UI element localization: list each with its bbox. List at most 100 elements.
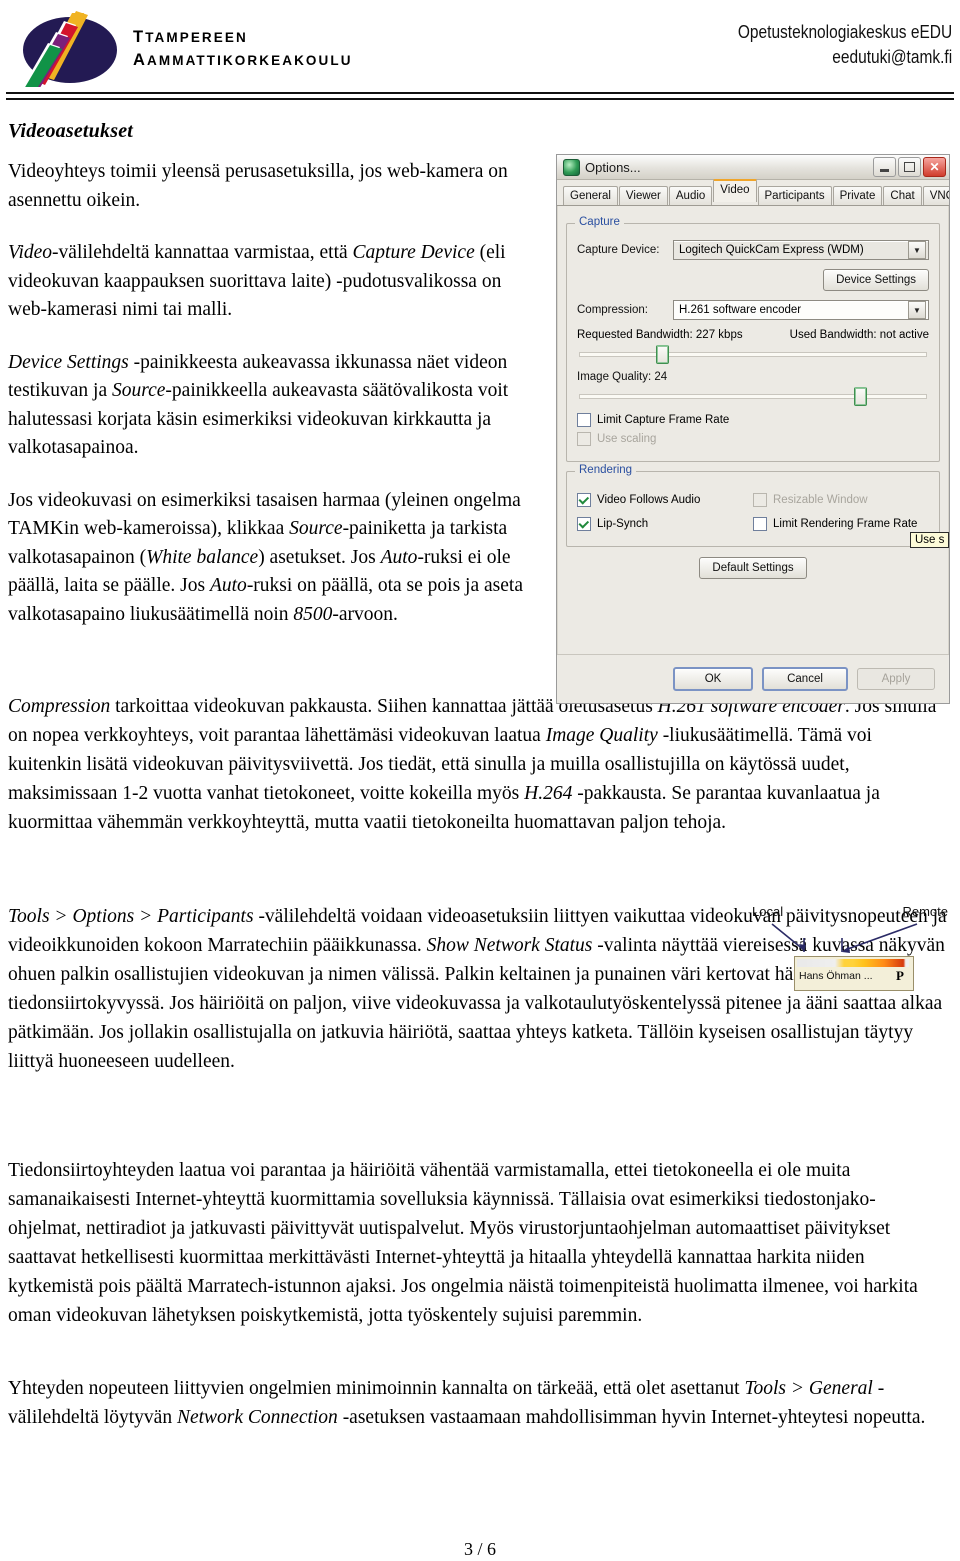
- use-scaling-checkbox: [577, 432, 591, 446]
- dialog-footer: OK Cancel Apply: [557, 654, 949, 703]
- maximize-button[interactable]: [898, 157, 921, 177]
- page-number: 3 / 6: [463, 1539, 496, 1559]
- video-follows-audio-row[interactable]: Video Follows Audio: [577, 493, 753, 507]
- video-follows-audio-checkbox[interactable]: [577, 493, 591, 507]
- paragraph-4: Jos videokuvasi on esimerkiksi tasaisen …: [8, 487, 532, 630]
- image-quality-label: Image Quality: 24: [577, 371, 668, 383]
- term-source-2: Source: [289, 518, 343, 539]
- document-page: TTAMPEREEN AAMMATTIKORKEAKOULU Opetustek…: [0, 0, 960, 1561]
- use-scaling-tooltip: Use s: [910, 532, 950, 548]
- term-auto-2: Auto: [209, 575, 247, 596]
- contact-unit: Opetusteknologiakeskus eEDU: [737, 22, 952, 42]
- use-scaling-label: Use scaling: [597, 433, 657, 445]
- tab-audio[interactable]: Audio: [668, 186, 713, 205]
- bandwidth-slider[interactable]: [579, 345, 927, 364]
- image-quality-slider-thumb[interactable]: [853, 387, 867, 406]
- tab-viewer[interactable]: Viewer: [618, 186, 668, 205]
- close-icon[interactable]: ✕: [923, 157, 946, 177]
- default-settings-button[interactable]: Default Settings: [699, 557, 807, 579]
- requested-bandwidth-label: Requested Bandwidth: 227 kbps: [577, 329, 743, 341]
- header-divider: [6, 92, 954, 100]
- limit-rendering-frame-rate-checkbox[interactable]: [753, 517, 767, 531]
- ok-button[interactable]: OK: [673, 667, 753, 691]
- capture-device-label: Capture Device:: [577, 244, 660, 256]
- tab-chat[interactable]: Chat: [883, 186, 922, 205]
- term-device-settings: Device Settings: [8, 351, 129, 373]
- tab-participants[interactable]: Participants: [757, 186, 832, 205]
- cancel-button[interactable]: Cancel: [762, 667, 848, 691]
- paragraph-7-text: Tiedonsiirtoyhteyden laatua voi parantaa…: [8, 1160, 918, 1326]
- paragraph-2-text-a: -välilehdeltä kannattaa varmistaa, että: [52, 242, 353, 263]
- capture-device-row: Capture Device: Logitech QuickCam Expres…: [577, 240, 929, 260]
- image-quality-slider-track: [579, 394, 927, 399]
- contact-info: Opetusteknologiakeskus eEDU eedutuki@tam…: [738, 20, 952, 70]
- paragraph-network-connection: Yhteyden nopeuteen liittyvien ongelmien …: [8, 1374, 948, 1454]
- resizable-window-label: Resizable Window: [773, 494, 868, 506]
- minimize-button[interactable]: [873, 157, 896, 177]
- bandwidth-slider-thumb[interactable]: [655, 345, 669, 364]
- default-settings-row: Default Settings: [566, 557, 940, 579]
- dialog-body: Capture Capture Device: Logitech QuickCa…: [557, 206, 949, 579]
- bandwidth-slider-track: [579, 352, 927, 357]
- paragraph-4-text-c: ) asetukset. Jos: [258, 546, 381, 568]
- paragraph-1: Videoyhteys toimii yleensä perusasetuksi…: [8, 158, 532, 215]
- options-dialog-screenshot: Options... ✕ General Viewer Audio Video …: [556, 154, 950, 704]
- rendering-group: Rendering Video Follows Audio Resizable …: [566, 464, 940, 547]
- used-bandwidth-label: Used Bandwidth: not active: [789, 329, 929, 341]
- network-status-bar: [797, 959, 909, 967]
- left-column-text: Videoyhteys toimii yleensä perusasetuksi…: [8, 158, 532, 653]
- tab-general[interactable]: General: [563, 186, 618, 205]
- lip-synch-row[interactable]: Lip-Synch: [577, 517, 753, 531]
- window-buttons: ✕: [873, 157, 946, 177]
- page-title: Videoasetukset: [8, 120, 134, 142]
- term-network-connection: Network Connection: [176, 1407, 338, 1428]
- compression-select[interactable]: H.261 software encoder ▼: [673, 300, 929, 320]
- video-follows-audio-label: Video Follows Audio: [597, 494, 701, 506]
- chevron-down-icon[interactable]: ▼: [908, 241, 926, 259]
- device-settings-row: Device Settings: [577, 269, 929, 291]
- term-white-balance: White balance: [146, 546, 259, 568]
- term-auto-1: Auto: [380, 546, 418, 568]
- participant-name: Hans Öhman ...: [799, 970, 873, 982]
- term-tools-general: Tools > General: [744, 1378, 873, 1399]
- limit-capture-frame-rate-label: Limit Capture Frame Rate: [597, 414, 730, 426]
- limit-rendering-frame-rate-label: Limit Rendering Frame Rate: [773, 518, 918, 530]
- chevron-down-icon[interactable]: ▼: [908, 301, 926, 319]
- limit-capture-frame-rate-row[interactable]: Limit Capture Frame Rate: [577, 413, 929, 427]
- term-compression: Compression: [8, 696, 111, 717]
- network-status-inset: Local Remote Hans Öhman ... P: [742, 902, 952, 994]
- paragraph-8-text-c: -asetuksen vastaamaan mahdollisimman hyv…: [337, 1407, 926, 1428]
- paragraph-2: Video-välilehdeltä kannattaa varmistaa, …: [8, 239, 532, 325]
- tab-vnc[interactable]: VNC: [922, 186, 949, 205]
- term-video: Video: [8, 242, 53, 263]
- contact-email: eedutuki@tamk.fi: [832, 47, 952, 67]
- paragraph-3: Device Settings -painikkeesta aukeavassa…: [8, 349, 532, 463]
- paragraph-compression: Compression tarkoittaa videokuvan pakkau…: [8, 692, 948, 859]
- paragraph-connection-quality: Tiedonsiirtoyhteyden laatua voi parantaa…: [8, 1156, 948, 1352]
- compression-label: Compression:: [577, 304, 648, 316]
- term-capture-device: Capture Device: [352, 242, 475, 263]
- lip-synch-checkbox[interactable]: [577, 517, 591, 531]
- rendering-group-legend: Rendering: [575, 464, 637, 476]
- capture-device-select[interactable]: Logitech QuickCam Express (WDM) ▼: [673, 240, 929, 260]
- tab-private[interactable]: Private: [832, 186, 883, 205]
- paragraph-4-text-f: -arvoon.: [332, 603, 398, 625]
- device-settings-button[interactable]: Device Settings: [823, 269, 929, 291]
- lip-synch-label: Lip-Synch: [597, 518, 649, 530]
- limit-capture-frame-rate-checkbox[interactable]: [577, 413, 591, 427]
- capture-device-value: Logitech QuickCam Express (WDM): [679, 244, 864, 256]
- image-quality-slider[interactable]: [579, 387, 927, 406]
- bandwidth-row: Requested Bandwidth: 227 kbps Used Bandw…: [577, 329, 929, 341]
- limit-rendering-frame-rate-row[interactable]: Limit Rendering Frame Rate: [753, 517, 929, 531]
- capture-group: Capture Capture Device: Logitech QuickCa…: [566, 216, 940, 462]
- compression-row: Compression: H.261 software encoder ▼: [577, 300, 929, 320]
- rendering-row-1: Video Follows Audio Resizable Window: [577, 488, 929, 512]
- tab-video[interactable]: Video: [713, 179, 757, 202]
- participant-video-strip: Hans Öhman ... P: [794, 956, 914, 991]
- term-image-quality: Image Quality: [545, 725, 658, 746]
- term-show-network-status: Show Network Status: [426, 935, 593, 956]
- page-header: TTAMPEREEN AAMMATTIKORKEAKOULU Opetustek…: [0, 0, 960, 100]
- compression-value: H.261 software encoder: [679, 304, 802, 316]
- capture-group-legend: Capture: [575, 216, 624, 228]
- apply-button[interactable]: Apply: [857, 668, 935, 690]
